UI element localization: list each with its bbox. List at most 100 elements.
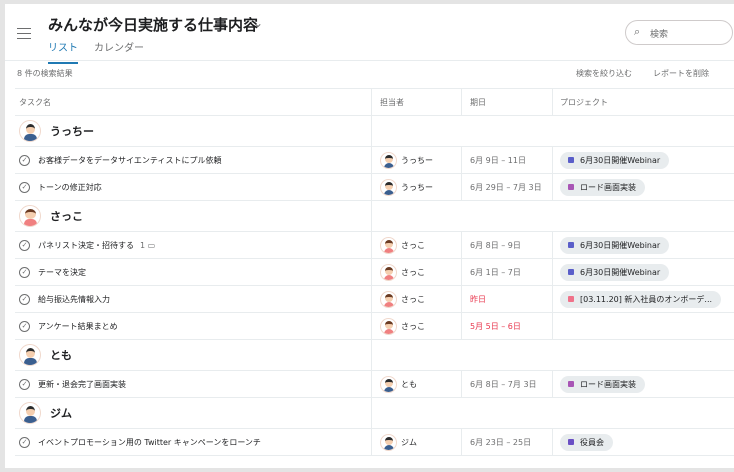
table-row[interactable]: ✓ 給与振込先情報入力 さっこ 昨日 [03.11.20] 新入社員のオンボーデ.… <box>15 286 734 313</box>
task-name[interactable]: テーマを決定 <box>38 267 86 278</box>
project-color-dot <box>568 269 574 275</box>
result-count: 8 件の検索結果 <box>17 69 73 78</box>
avatar <box>380 236 397 254</box>
app-window: みんなが今日実施する仕事内容 ⌄ リスト カレンダー ⌕ 検索 8 件の検索結果 … <box>5 4 734 468</box>
assignee-name[interactable]: さっこ <box>401 321 425 332</box>
search-icon: ⌕ <box>634 25 641 38</box>
avatar <box>380 151 397 169</box>
due-date[interactable]: 6月 29日 – 7月 3日 <box>470 182 542 193</box>
avatar <box>380 290 397 308</box>
complete-check-icon[interactable]: ✓ <box>19 181 30 193</box>
delete-report-button[interactable]: レポートを削除 <box>653 68 709 79</box>
tab-calendar[interactable]: カレンダー <box>94 39 144 62</box>
column-task-name[interactable]: タスク名 <box>15 89 371 115</box>
project-color-dot <box>568 381 574 387</box>
table-row[interactable]: ✓ 更新・退会完了画面実装 とも 6月 8日 – 7月 3日 ロード画面実装 <box>15 371 734 398</box>
project-color-dot <box>568 242 574 248</box>
project-color-dot <box>568 157 574 163</box>
project-name: ロード画面実装 <box>580 182 636 192</box>
table-row[interactable]: ✓ テーマを決定 さっこ 6月 1日 – 7日 6月30日開催Webinar <box>15 259 734 286</box>
project-color-dot <box>568 184 574 190</box>
due-date[interactable]: 6月 1日 – 7日 <box>470 267 521 278</box>
due-date[interactable]: 昨日 <box>470 294 486 305</box>
menu-icon[interactable] <box>17 28 31 39</box>
group-header[interactable]: さっこ <box>15 201 734 232</box>
project-pill[interactable]: ロード画面実装 <box>560 375 645 393</box>
column-due-date[interactable]: 期日 <box>461 89 552 115</box>
table-header: タスク名 担当者 期日 プロジェクト <box>15 88 734 116</box>
complete-check-icon[interactable]: ✓ <box>19 378 30 390</box>
group-name: さっこ <box>50 210 83 223</box>
project-pill[interactable]: ロード画面実装 <box>560 178 645 196</box>
assignee-name[interactable]: ジム <box>401 437 417 448</box>
project-color-dot <box>568 296 574 302</box>
task-table: タスク名 担当者 期日 プロジェクト うっちー ✓ お客様データをデータサイエンテ… <box>15 88 734 456</box>
task-name[interactable]: イベントプロモーション用の Twitter キャンペーンをローンチ <box>38 437 261 448</box>
project-pill[interactable]: 6月30日開催Webinar <box>560 263 670 281</box>
chevron-down-icon[interactable]: ⌄ <box>253 16 263 30</box>
column-project[interactable]: プロジェクト <box>552 89 734 115</box>
table-row[interactable]: ✓ お客様データをデータサイエンティストにプル依頼 うっちー 6月 9日 – 11… <box>15 147 734 174</box>
group-header[interactable]: とも <box>15 340 734 371</box>
avatar <box>19 344 41 366</box>
divider <box>5 60 734 61</box>
search-input[interactable]: ⌕ 検索 <box>625 20 733 45</box>
complete-check-icon[interactable]: ✓ <box>19 320 30 332</box>
refine-search-button[interactable]: 検索を絞り込む <box>576 68 632 79</box>
column-assignee[interactable]: 担当者 <box>371 89 461 115</box>
complete-check-icon[interactable]: ✓ <box>19 266 30 278</box>
group-name: ジム <box>50 407 72 420</box>
project-name: 6月30日開催Webinar <box>580 155 661 165</box>
project-name: ロード画面実装 <box>580 379 636 389</box>
complete-check-icon[interactable]: ✓ <box>19 239 30 251</box>
task-name[interactable]: パネリスト決定・招待する <box>38 240 134 251</box>
task-name[interactable]: 給与振込先情報入力 <box>38 294 110 305</box>
project-pill[interactable]: [03.11.20] 新入社員のオンボーデ... <box>560 290 722 308</box>
group-header[interactable]: ジム <box>15 398 734 429</box>
task-name[interactable]: お客様データをデータサイエンティストにプル依頼 <box>38 155 221 166</box>
page-title: みんなが今日実施する仕事内容 <box>48 16 259 34</box>
avatar <box>380 433 397 451</box>
due-date[interactable]: 6月 9日 – 11日 <box>470 155 526 166</box>
comment-icon: ▭ <box>147 240 156 250</box>
group-header[interactable]: うっちー <box>15 116 734 147</box>
group-name: とも <box>50 349 72 362</box>
assignee-name[interactable]: さっこ <box>401 240 425 251</box>
avatar <box>19 205 41 227</box>
avatar <box>380 317 397 335</box>
project-name: 6月30日開催Webinar <box>580 240 661 250</box>
project-pill[interactable]: 6月30日開催Webinar <box>560 151 670 169</box>
table-row[interactable]: ✓ トーンの修正対応 うっちー 6月 29日 – 7月 3日 ロード画面実装 <box>15 174 734 201</box>
due-date[interactable]: 6月 8日 – 7月 3日 <box>470 379 537 390</box>
task-name[interactable]: アンケート結果まとめ <box>38 321 118 332</box>
avatar <box>380 263 397 281</box>
comment-count: 1 ▭ <box>140 240 156 250</box>
assignee-name[interactable]: とも <box>401 379 417 390</box>
complete-check-icon[interactable]: ✓ <box>19 436 30 448</box>
avatar <box>19 402 41 424</box>
table-row[interactable]: ✓ パネリスト決定・招待する 1 ▭ さっこ 6月 8日 – 9日 6月30日開催W… <box>15 232 734 259</box>
task-name[interactable]: トーンの修正対応 <box>38 182 102 193</box>
avatar <box>380 178 397 196</box>
due-date[interactable]: 6月 23日 – 25日 <box>470 437 531 448</box>
project-name: 6月30日開催Webinar <box>580 267 661 277</box>
complete-check-icon[interactable]: ✓ <box>19 154 30 166</box>
due-date[interactable]: 5月 5日 – 6日 <box>470 321 521 332</box>
project-pill[interactable]: 6月30日開催Webinar <box>560 236 670 254</box>
project-name: [03.11.20] 新入社員のオンボーデ... <box>580 294 713 304</box>
assignee-name[interactable]: うっちー <box>401 182 433 193</box>
project-name: 役員会 <box>580 437 604 447</box>
avatar <box>19 120 41 142</box>
task-name[interactable]: 更新・退会完了画面実装 <box>38 379 126 390</box>
assignee-name[interactable]: うっちー <box>401 155 433 166</box>
complete-check-icon[interactable]: ✓ <box>19 293 30 305</box>
avatar <box>380 375 397 393</box>
assignee-name[interactable]: さっこ <box>401 267 425 278</box>
search-placeholder: 検索 <box>650 30 669 40</box>
table-row[interactable]: ✓ イベントプロモーション用の Twitter キャンペーンをローンチ ジム 6月… <box>15 429 734 456</box>
table-row[interactable]: ✓ アンケート結果まとめ さっこ 5月 5日 – 6日 <box>15 313 734 340</box>
project-pill[interactable]: 役員会 <box>560 433 613 451</box>
group-name: うっちー <box>50 125 94 138</box>
assignee-name[interactable]: さっこ <box>401 294 425 305</box>
due-date[interactable]: 6月 8日 – 9日 <box>470 240 521 251</box>
